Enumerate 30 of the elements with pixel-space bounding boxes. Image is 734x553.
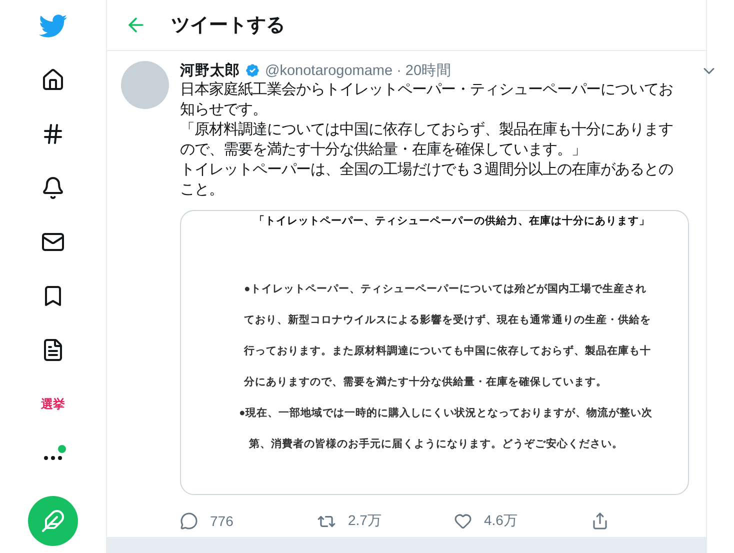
document-line: ており、新型コロナウイルスによる影響を受けず、現在も通常通りの生産・供給を <box>244 313 651 328</box>
site-logo[interactable]: 選挙 <box>41 398 65 410</box>
tweet-time[interactable]: 20時間 <box>405 61 452 80</box>
author-name[interactable]: 河野太郎 <box>180 61 240 80</box>
document-line: 行っております。また原材料調達についても中国に依存しておらず、製品在庫も十 <box>244 344 651 360</box>
document-line: 分にありますので、需要を満たす十分な供給量・在庫を確保しています。 <box>244 375 607 390</box>
document-title: 「トイレットペーパー、ティシューペーパーの供給力、在庫は十分にあります」 <box>254 214 650 230</box>
compose-button[interactable] <box>28 496 78 546</box>
tweet-text: トイレットペーパーは、全国の工場だけでも３週間分以上の在庫があるとのこと。 <box>180 160 674 200</box>
home-icon[interactable] <box>41 68 65 92</box>
author-handle[interactable]: @konotarogomame <box>265 62 393 79</box>
page-title: ツイートする <box>171 14 285 38</box>
separator-dot: · <box>396 62 402 79</box>
tweet-text: 「原材料調達については中国に依存しておらず、製品在庫も十分にありますので、需要を満たす十分な供給量・在庫を確保しています。」 <box>180 120 674 160</box>
document-line: ●現在、一部地域では一時的に購入しにくい状況となっておりますが、物流が整い次 <box>239 406 652 422</box>
mail-icon[interactable] <box>41 230 65 254</box>
attached-document[interactable] <box>180 210 689 496</box>
like-icon[interactable] <box>454 512 472 530</box>
feather-icon[interactable] <box>41 509 65 533</box>
document-line: 第、消費者の皆様のお手元に届くようになります。どうぞご安心ください。 <box>249 437 623 452</box>
hash-icon[interactable] <box>41 122 65 146</box>
reply-icon[interactable] <box>180 512 198 530</box>
action-count: 2.7万 <box>348 512 382 530</box>
tweet-text: 日本家庭紙工業会からトイレットペーパー・ティシューペーパーについてお知らせです。 <box>180 80 674 120</box>
action-count: 776 <box>210 513 234 530</box>
share-icon[interactable] <box>591 512 609 530</box>
document-line: ●トイレットペーパー、ティシューペーパーについては殆どが国内工場で生産され <box>244 282 646 298</box>
action-count: 4.6万 <box>484 512 518 530</box>
bird-icon[interactable] <box>39 12 67 40</box>
notifications-icon[interactable] <box>41 176 65 200</box>
